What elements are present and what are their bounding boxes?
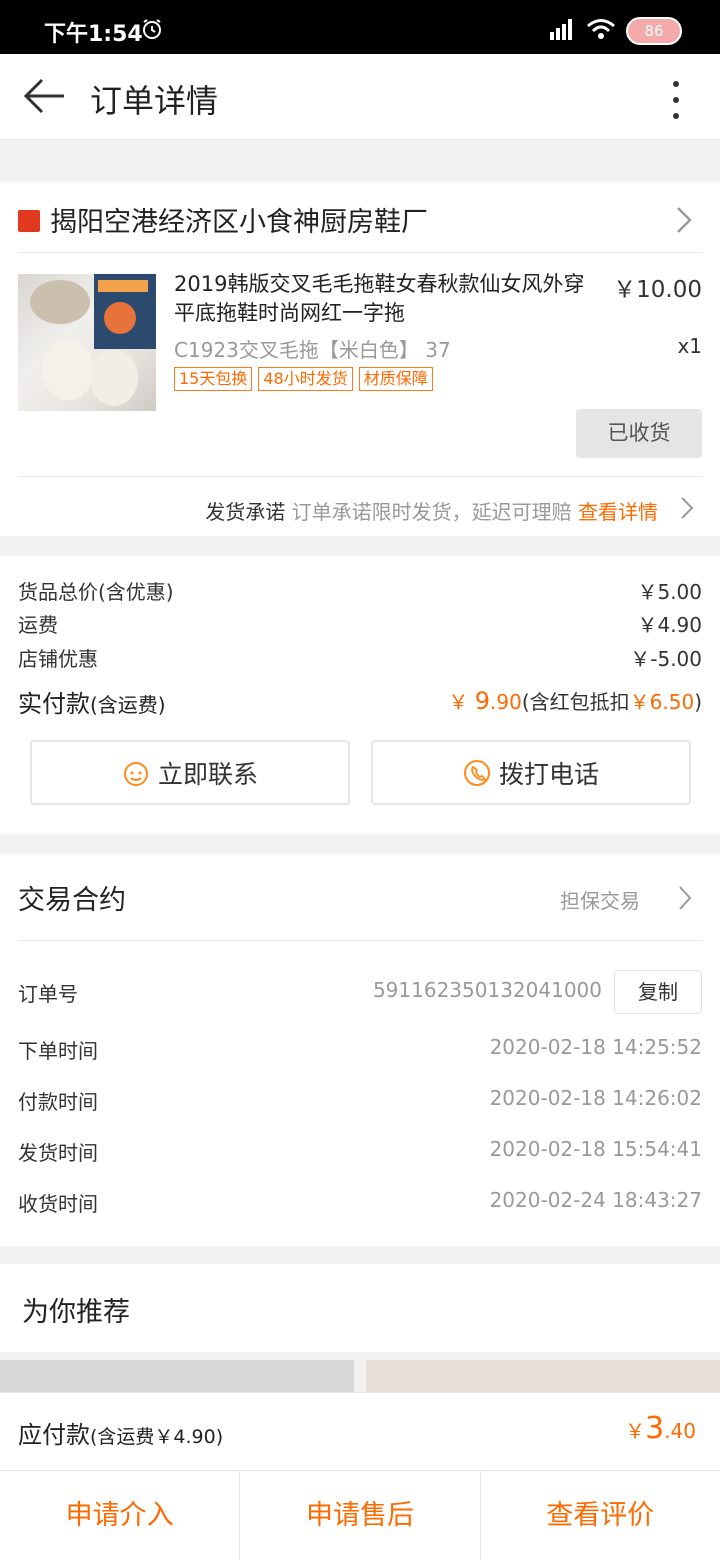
view-review-button[interactable]: 查看评价 <box>479 1471 720 1560</box>
action-bar: 申请介入 申请售后 查看评价 <box>0 1470 720 1560</box>
battery-icon: 86 <box>626 17 682 45</box>
divider <box>18 476 702 477</box>
order-number: 591162350132041000 <box>372 978 602 1002</box>
time-value: 2020-02-18 14:26:02 <box>489 1086 702 1110</box>
alarm-icon <box>143 19 161 39</box>
summary-label: 运费 <box>18 613 58 637</box>
product-spec: C1923交叉毛拖【米白色】 37 <box>174 338 451 362</box>
order-number-label: 订单号 <box>18 982 78 1006</box>
recommend-item-image[interactable] <box>366 1360 720 1394</box>
paid-dec: .90 <box>490 690 522 714</box>
chevron-right-icon[interactable] <box>678 885 692 911</box>
back-arrow-icon[interactable] <box>20 76 66 116</box>
payable-int: 3 <box>645 1411 665 1446</box>
shop-icon <box>18 210 40 232</box>
time-value: 2020-02-18 14:25:52 <box>489 1035 702 1059</box>
payable-currency: ￥ <box>625 1419 646 1443</box>
time-value: 2020-02-24 18:43:27 <box>489 1188 702 1212</box>
shop-card: 揭阳空港经济区小食神厨房鞋厂 2019韩版交叉毛毛拖鞋女春秋款仙女风外穿平底拖鞋… <box>0 182 720 536</box>
divider <box>18 252 702 253</box>
summary-label: 店铺优惠 <box>18 647 98 671</box>
payable-label-sub: (含运费￥4.90) <box>90 1426 224 1448</box>
shop-name[interactable]: 揭阳空港经济区小食神厨房鞋厂 <box>50 200 428 239</box>
contract-type[interactable]: 担保交易 <box>560 885 640 914</box>
paid-note-suffix: ) <box>694 690 702 714</box>
divider <box>18 940 702 941</box>
contract-title: 交易合约 <box>18 885 126 916</box>
more-vertical-icon[interactable] <box>666 78 686 122</box>
signal-icon <box>550 19 572 40</box>
status-bar: 下午1:54 86 <box>0 0 720 54</box>
promise-label: 发货承诺 <box>205 500 286 524</box>
apply-after-sales-button[interactable]: 申请售后 <box>239 1471 479 1560</box>
chevron-right-icon[interactable] <box>680 496 694 520</box>
service-tags: 15天包换 48小时发货 材质保障 <box>174 367 433 391</box>
summary-value: ￥4.90 <box>637 613 702 637</box>
payable-bar: 应付款(含运费￥4.90) ￥3.40 <box>0 1392 720 1470</box>
product-title[interactable]: 2019韩版交叉毛毛拖鞋女春秋款仙女风外穿平底拖鞋时尚网红一字拖 <box>174 270 604 328</box>
battery-level: 86 <box>644 22 664 40</box>
summary-value: ￥-5.00 <box>630 647 702 671</box>
product-thumbnail[interactable] <box>18 274 156 411</box>
payable-label-text: 应付款 <box>18 1421 90 1449</box>
phone-icon <box>463 759 490 786</box>
paid-note-amount: ￥6.50 <box>629 690 695 714</box>
service-tag: 48小时发货 <box>258 367 353 391</box>
payable-label: 应付款(含运费￥4.90) <box>18 1415 223 1450</box>
paid-label-text: 实付款 <box>18 690 90 718</box>
time-value: 2020-02-18 15:54:41 <box>489 1137 702 1161</box>
paid-amount: ￥ 9.90(含红包抵扣￥6.50) <box>448 686 702 715</box>
price-summary-card: 货品总价(含优惠) ￥5.00 运费 ￥4.90 店铺优惠 ￥-5.00 实付款… <box>0 556 720 834</box>
wifi-icon <box>587 19 615 39</box>
payable-dec: .40 <box>664 1419 696 1443</box>
time-label: 收货时间 <box>18 1192 98 1216</box>
paid-amount-label: 实付款(含运费) <box>18 684 166 719</box>
recommend-title: 为你推荐 <box>22 1297 130 1328</box>
time-label: 付款时间 <box>18 1090 98 1114</box>
transaction-contract-card: 交易合约 担保交易 订单号 591162350132041000 复制 下单时间… <box>0 854 720 1246</box>
copy-order-number-button[interactable]: 复制 <box>614 970 702 1014</box>
recommend-section: 为你推荐 <box>0 1264 720 1352</box>
apply-intervention-button[interactable]: 申请介入 <box>0 1471 239 1560</box>
paid-label-sub: (含运费) <box>90 693 166 717</box>
paid-currency: ￥ <box>448 690 469 714</box>
product-price: ￥10.00 <box>613 277 702 303</box>
contact-seller-button[interactable]: 立即联系 <box>30 740 350 805</box>
call-phone-button[interactable]: 拨打电话 <box>371 740 691 805</box>
service-tag: 材质保障 <box>358 367 433 391</box>
status-time: 下午1:54 <box>44 22 143 47</box>
time-label: 下单时间 <box>18 1039 98 1063</box>
chevron-right-icon[interactable] <box>676 206 692 234</box>
page-title: 订单详情 <box>90 82 219 120</box>
promise-details-link[interactable]: 查看详情 <box>578 500 658 524</box>
paid-int: 9 <box>474 687 491 715</box>
service-tag: 15天包换 <box>174 367 253 391</box>
summary-value: ￥5.00 <box>637 580 702 604</box>
chat-face-icon <box>123 761 148 786</box>
summary-label: 货品总价(含优惠) <box>18 580 174 604</box>
promise-text: 订单承诺限时发货，延迟可理赔 <box>291 500 572 524</box>
payable-amount: ￥3.40 <box>625 1411 696 1446</box>
time-label: 发货时间 <box>18 1141 98 1165</box>
shipping-promise[interactable]: 发货承诺 订单承诺限时发货，延迟可理赔 查看详情 <box>205 496 658 525</box>
paid-note-prefix: (含红包抵扣 <box>521 690 630 714</box>
recommend-item-image[interactable] <box>0 1360 354 1394</box>
contact-seller-label: 立即联系 <box>157 759 258 789</box>
received-status-button[interactable]: 已收货 <box>576 409 702 458</box>
product-quantity: x1 <box>677 334 702 358</box>
call-phone-label: 拨打电话 <box>498 759 599 789</box>
header-bar: 订单详情 <box>0 54 720 140</box>
